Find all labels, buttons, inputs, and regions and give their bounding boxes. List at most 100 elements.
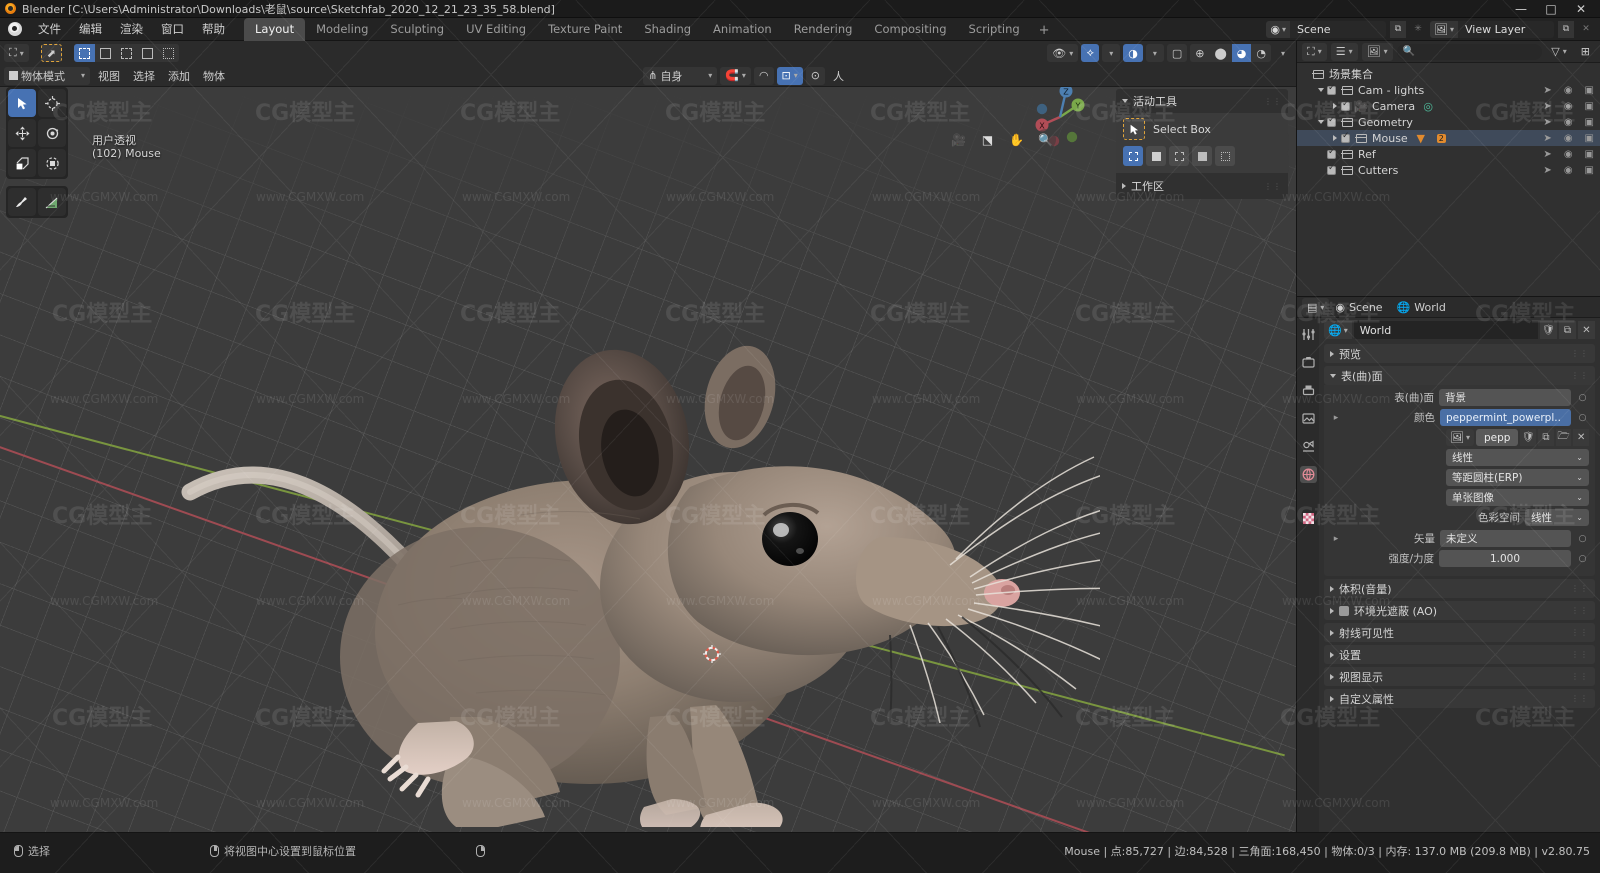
tab-sculpting[interactable]: Sculpting (379, 18, 455, 41)
outliner-row-ref[interactable]: Ref ➤ ◉ ▣ (1297, 146, 1600, 162)
camera-render-icon[interactable]: ▣ (1585, 133, 1594, 144)
tab-layout[interactable]: Layout (244, 17, 306, 41)
disclosure-triangle-icon[interactable] (1315, 88, 1327, 92)
collection-checkbox[interactable] (1327, 115, 1336, 127)
remove-viewlayer-button[interactable]: ✕ (1578, 21, 1594, 38)
tab-modeling[interactable]: Modeling (305, 18, 379, 41)
ao-enable-checkbox[interactable] (1339, 605, 1349, 616)
tab-compositing[interactable]: Compositing (863, 18, 957, 41)
mode-intersect-icon[interactable] (1215, 146, 1235, 166)
outliner-filter-icon[interactable]: ▽ ▾ (1546, 43, 1571, 61)
viewlayer-selector[interactable]: 🖼 ▾ View Layer (1430, 20, 1554, 38)
new-viewlayer-button[interactable]: ⧉ (1558, 20, 1574, 38)
world-name-field[interactable]: World (1353, 321, 1538, 339)
menu-file[interactable]: 文件 (29, 18, 70, 40)
outliner-display-mode-icon[interactable]: ☰ ▾ (1330, 42, 1358, 61)
breadcrumb-scene[interactable]: Scene (1349, 301, 1383, 314)
add-workspace-button[interactable]: + (1031, 20, 1058, 41)
eye-icon[interactable]: ◉ (1564, 85, 1573, 96)
image-browse-icon[interactable]: 🖼 ▾ (1446, 429, 1474, 446)
select-box-icon[interactable] (73, 44, 95, 62)
tab-uv-editing[interactable]: UV Editing (455, 18, 537, 41)
sidepanel-tab-tool[interactable] (1280, 133, 1289, 152)
menu-render[interactable]: 渲染 (111, 18, 152, 40)
camera-render-icon[interactable]: ▣ (1585, 117, 1594, 128)
active-tool-row[interactable]: Select Box (1123, 118, 1281, 140)
viewport-canvas[interactable]: 用户透视 (102) Mouse (0, 87, 1296, 832)
ray-visibility-panel-header[interactable]: 射线可见性 ⋮⋮ (1324, 623, 1595, 642)
pack-icon[interactable]: 🗁 (1555, 429, 1572, 446)
tweak-tool-button[interactable]: ⬈ (40, 44, 62, 62)
render-tab-icon[interactable] (1300, 354, 1317, 371)
tool-tab-icon[interactable] (1300, 326, 1317, 343)
camera-render-icon[interactable]: ▣ (1585, 101, 1594, 112)
annotate-tool-icon[interactable] (8, 188, 36, 216)
vector-value[interactable]: 未定义 (1440, 530, 1571, 547)
shading-dropdown-button[interactable]: ▾ (1274, 44, 1292, 62)
surface-panel-header[interactable]: 表(曲)面 ⋮⋮ (1324, 366, 1595, 385)
expand-arrow-icon[interactable]: ▸ (1330, 530, 1342, 547)
editor-type-selector[interactable]: ⛶ ▾ (4, 44, 29, 62)
snap-target-icon[interactable]: ⊙ (805, 66, 825, 85)
viewport-menu-object[interactable]: 物体 (198, 67, 230, 85)
colorspace-select[interactable]: 线性 ⌄ (1525, 509, 1589, 526)
extension-select[interactable]: 单张图像 ⌄ (1446, 489, 1589, 506)
viewport-menu-view[interactable]: 视图 (93, 67, 125, 85)
viewport-menu-select[interactable]: 选择 (128, 67, 160, 85)
mode-set-icon[interactable] (1123, 146, 1143, 166)
select-subtract-icon[interactable] (115, 44, 137, 62)
select-extend-icon[interactable] (94, 44, 116, 62)
interaction-mode-selector[interactable]: 物体模式 ▾ (4, 66, 90, 85)
select-arrow-icon[interactable]: ➤ (1543, 101, 1551, 112)
outliner-filter-view-icon[interactable]: 🖼 ▾ (1361, 42, 1393, 61)
outliner-row-cam-lights[interactable]: Cam - lights ➤ ◉ ▣ (1297, 82, 1600, 98)
select-arrow-icon[interactable]: ➤ (1543, 165, 1551, 176)
tab-shading[interactable]: Shading (633, 18, 702, 41)
select-arrow-icon[interactable]: ➤ (1543, 85, 1551, 96)
outliner-editor-type-icon[interactable]: ⛶ ▾ (1302, 42, 1327, 61)
properties-editor-type-icon[interactable]: ▤ ▾ (1302, 298, 1330, 316)
new-collection-icon[interactable]: ⊞ (1576, 43, 1595, 61)
fake-user-shield-icon[interactable]: 🛡 (1520, 429, 1537, 446)
zoom-icon[interactable]: 🔍 (1035, 129, 1056, 150)
socket-dot-icon[interactable]: ○ (1576, 409, 1589, 426)
select-intersect-icon[interactable] (157, 44, 179, 62)
collection-checkbox[interactable] (1327, 163, 1336, 175)
image-name-field[interactable]: pepp (1475, 429, 1519, 446)
settings-panel-header[interactable]: 设置 ⋮⋮ (1324, 645, 1595, 664)
tab-scripting[interactable]: Scripting (958, 18, 1031, 41)
texture-tab-icon[interactable] (1300, 510, 1317, 527)
collection-checkbox[interactable] (1341, 131, 1350, 143)
pivot-point-icon[interactable]: ⊡ ▾ (776, 66, 803, 85)
wireframe-shading-icon[interactable]: ⊕ (1190, 44, 1210, 62)
select-arrow-icon[interactable]: ➤ (1543, 117, 1551, 128)
tab-texture-paint[interactable]: Texture Paint (537, 18, 633, 41)
gizmo-dropdown-button[interactable]: ▾ (1102, 44, 1121, 62)
material-preview-shading-icon[interactable]: ◕ (1231, 44, 1252, 62)
viewport-display-panel-header[interactable]: 视图显示 ⋮⋮ (1324, 667, 1595, 686)
xray-toggle-button[interactable]: ▢ (1166, 44, 1188, 62)
eye-icon[interactable]: ◉ (1564, 101, 1573, 112)
minimize-button[interactable]: — (1506, 0, 1536, 18)
mode-invert-icon[interactable] (1192, 146, 1212, 166)
fake-user-shield-icon[interactable]: 🛡 (1540, 321, 1557, 339)
outliner-row-geometry[interactable]: Geometry ➤ ◉ ▣ (1297, 114, 1600, 130)
eye-icon[interactable]: ◉ (1564, 133, 1573, 144)
overlays-dropdown-button[interactable]: ▾ (1145, 44, 1164, 62)
transform-orientation-selector[interactable]: ⋔ 自身 ▾ (643, 66, 718, 85)
outliner-row-camera[interactable]: 🎥 Camera ◎ ➤ ◉ ▣ (1297, 98, 1600, 114)
mode-subtract-icon[interactable] (1169, 146, 1189, 166)
output-tab-icon[interactable] (1300, 382, 1317, 399)
workspace-panel-header[interactable]: 工作区 ⋮⋮ (1116, 173, 1288, 199)
object-visibility-button[interactable]: 👁 ▾ (1047, 44, 1079, 62)
viewport-menu-add[interactable]: 添加 (163, 67, 195, 85)
transform-tool-icon[interactable] (38, 149, 66, 177)
unlink-icon[interactable]: ✕ (1573, 429, 1590, 446)
ao-panel-header[interactable]: 环境光遮蔽 (AO) ⋮⋮ (1324, 601, 1595, 620)
strength-value[interactable]: 1.000 (1439, 550, 1571, 567)
snap-magnet-icon[interactable]: 🧲 ▾ (720, 66, 751, 85)
overlays-toggle-button[interactable]: ◑ (1123, 44, 1143, 62)
mode-extend-icon[interactable] (1146, 146, 1166, 166)
disclosure-triangle-icon[interactable] (1329, 103, 1341, 109)
tab-animation[interactable]: Animation (702, 18, 783, 41)
